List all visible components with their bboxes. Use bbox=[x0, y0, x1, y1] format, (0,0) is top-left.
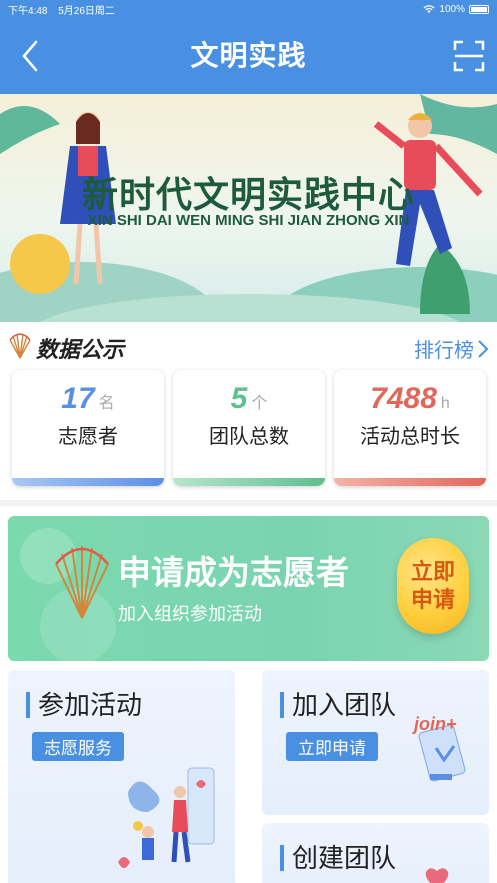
stat-unit: 个 bbox=[251, 395, 268, 412]
volunteer-service-tag[interactable]: 志愿服务 bbox=[32, 732, 124, 761]
status-bar: 下午4:48 5月26日周二 100% bbox=[0, 0, 497, 18]
status-right: 100% bbox=[423, 4, 489, 15]
section-title: 数据公示 bbox=[36, 337, 125, 362]
stat-label: 团队总数 bbox=[209, 426, 289, 448]
status-time: 下午4:48 bbox=[8, 5, 48, 17]
tile-join-activity[interactable]: 参加活动 志愿服务 bbox=[8, 670, 235, 883]
banner[interactable]: 新时代文明实践中心 XIN SHI DAI WEN MING SHI JIAN … bbox=[0, 94, 497, 322]
stat-value: 5 bbox=[230, 382, 248, 415]
rank-link[interactable]: 排行榜 bbox=[414, 334, 489, 363]
fan-logo-icon bbox=[9, 333, 31, 359]
join-text: join+ bbox=[414, 714, 457, 734]
chevron-right-icon bbox=[478, 339, 489, 358]
stat-card-hours[interactable]: 7488 h 活动总时长 bbox=[334, 370, 486, 486]
status-date: 5月26日周二 bbox=[58, 5, 115, 17]
stats-row: 17 名 志愿者 5个 团队总数 7488 h 活动总时长 bbox=[10, 370, 487, 486]
stat-label: 志愿者 bbox=[58, 426, 118, 448]
stat-bar bbox=[334, 478, 486, 486]
apply-button-line2: 申请 bbox=[410, 587, 455, 612]
battery-percent: 100% bbox=[439, 3, 465, 15]
stat-label: 活动总时长 bbox=[360, 426, 460, 448]
stat-bar bbox=[173, 478, 325, 486]
apply-now-tag[interactable]: 立即申请 bbox=[286, 732, 378, 761]
tile-join-team[interactable]: 加入团队 立即申请 join+ bbox=[262, 670, 489, 815]
volunteer-subtitle: 加入组织参加活动 bbox=[118, 604, 262, 624]
wifi-icon bbox=[423, 5, 435, 13]
volunteer-title: 申请成为志愿者 bbox=[118, 554, 349, 591]
heart-icon bbox=[425, 868, 449, 883]
page-title: 文明实践 bbox=[190, 40, 307, 71]
stat-value: 17 bbox=[61, 382, 95, 415]
scan-icon[interactable] bbox=[453, 40, 485, 72]
battery-icon bbox=[469, 4, 489, 14]
stat-value: 7488 bbox=[370, 382, 437, 415]
status-left: 下午4:48 5月26日周二 bbox=[8, 2, 123, 17]
stat-unit: 名 bbox=[98, 395, 115, 412]
banner-title: 新时代文明实践中心 bbox=[81, 174, 415, 215]
banner-subtitle: XIN SHI DAI WEN MING SHI JIAN ZHONG XIN bbox=[87, 212, 410, 229]
rank-label: 排行榜 bbox=[414, 340, 474, 362]
data-section-header: 数据公示 排行榜 bbox=[0, 322, 497, 368]
stat-bar bbox=[12, 478, 164, 486]
tile-title: 参加活动 bbox=[26, 692, 142, 718]
tile-create-team[interactable]: 创建团队 bbox=[262, 823, 489, 883]
stat-card-volunteers[interactable]: 17 名 志愿者 bbox=[12, 370, 164, 486]
apply-now-button[interactable]: 立即 申请 bbox=[397, 538, 469, 634]
volunteer-apply-card[interactable]: 申请成为志愿者 加入组织参加活动 立即 申请 bbox=[8, 516, 489, 661]
tile-title: 加入团队 bbox=[280, 692, 396, 718]
stat-card-teams[interactable]: 5个 团队总数 bbox=[173, 370, 325, 486]
tile-title: 创建团队 bbox=[280, 845, 396, 871]
stat-unit: h bbox=[440, 395, 450, 412]
fan-logo-icon bbox=[55, 546, 109, 619]
apply-button-line1: 立即 bbox=[410, 559, 455, 584]
nav-bar: 文明实践 bbox=[0, 18, 497, 94]
activity-illustration bbox=[118, 767, 215, 868]
divider bbox=[0, 500, 497, 506]
